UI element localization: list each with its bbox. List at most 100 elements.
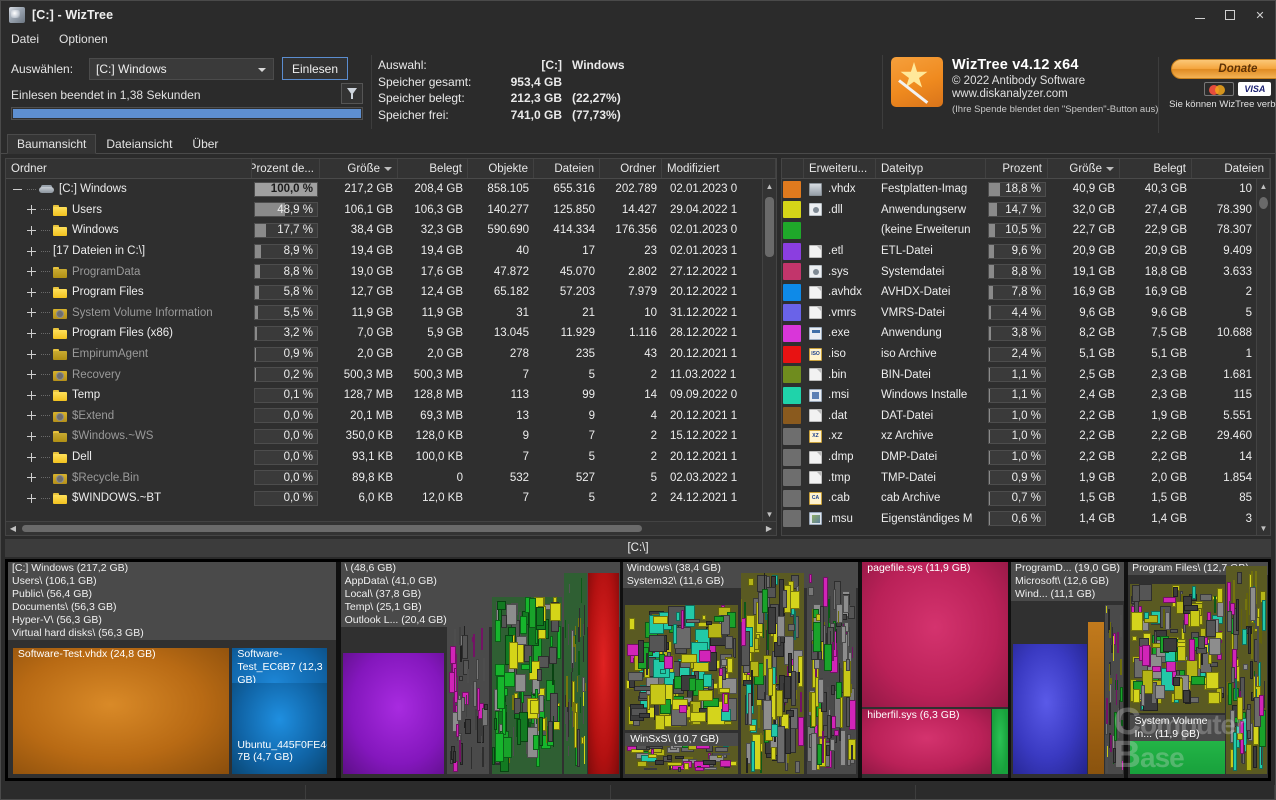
scroll-right-icon[interactable]: ▶ — [762, 524, 776, 533]
scroll-down-icon[interactable]: ▼ — [763, 507, 776, 521]
maximize-button[interactable] — [1215, 1, 1245, 29]
column-header-groesse[interactable]: Größe — [320, 159, 398, 178]
expander-toggle[interactable] — [26, 204, 37, 215]
expander-toggle[interactable] — [26, 410, 37, 421]
table-row[interactable]: .tmp TMP-Datei 0,9 % 1,9 GB 2,0 GB 1.854 — [782, 467, 1270, 488]
table-row[interactable]: System Volume Information 5,5 % 11,9 GB … — [6, 303, 776, 324]
folder-name-cell[interactable]: Recovery — [6, 369, 252, 381]
table-row[interactable]: .exe Anwendung 3,8 % 8,2 GB 7,5 GB 10.68… — [782, 323, 1270, 344]
brand-website[interactable]: www.diskanalyzer.com — [952, 88, 1158, 100]
expander-toggle[interactable] — [12, 184, 23, 195]
treemap-block[interactable] — [492, 597, 562, 774]
table-row[interactable]: .etl ETL-Datei 9,6 % 20,9 GB 20,9 GB 9.4… — [782, 241, 1270, 262]
treemap-block[interactable]: WinSxS\ (10,7 GB) — [625, 733, 738, 774]
scroll-down-icon[interactable]: ▼ — [1257, 521, 1270, 535]
treemap-block[interactable] — [447, 625, 489, 774]
scroll-left-icon[interactable]: ◀ — [6, 524, 20, 533]
treemap-block[interactable]: Ubuntu_445F0FE4-7B (4,7 GB) — [232, 683, 327, 774]
folder-name-cell[interactable]: $Recycle.Bin — [6, 472, 252, 484]
treemap-block[interactable]: hiberfil.sys (6,3 GB) — [862, 709, 991, 774]
folder-name-cell[interactable]: Temp — [6, 389, 252, 401]
column-header-objekte[interactable]: Objekte — [468, 159, 534, 178]
treemap-block[interactable] — [564, 573, 586, 774]
folder-name-cell[interactable]: Dell — [6, 451, 252, 463]
expander-toggle[interactable] — [26, 328, 37, 339]
treemap-windows[interactable]: Windows\ (38,4 GB)System32\ (11,6 GB)Win… — [623, 562, 859, 778]
table-row[interactable]: .dll Anwendungserw 14,7 % 32,0 GB 27,4 G… — [782, 200, 1270, 221]
treemap-block[interactable] — [807, 573, 856, 774]
treemap-block[interactable]: System Volume In... (11,9 GB) — [1130, 715, 1225, 773]
expander-toggle[interactable] — [26, 307, 37, 318]
folder-name-cell[interactable]: Program Files (x86) — [6, 327, 252, 339]
table-row[interactable]: $Extend 0,0 % 20,1 MB 69,3 MB 13 9 4 20.… — [6, 406, 776, 427]
table-row[interactable]: Dell 0,0 % 93,1 KB 100,0 KB 7 5 2 20.12.… — [6, 447, 776, 468]
folder-name-cell[interactable]: Windows — [6, 224, 252, 236]
filter-button[interactable] — [341, 83, 363, 104]
scroll-thumb[interactable] — [1259, 197, 1268, 209]
table-row[interactable]: .xz xz Archive 1,0 % 2,2 GB 2,2 GB 29.46… — [782, 426, 1270, 447]
tab-baumansicht[interactable]: Baumansicht — [7, 134, 96, 154]
column-header-belegt[interactable]: Belegt — [398, 159, 468, 178]
treemap-block[interactable] — [1226, 566, 1267, 773]
column-header-belegt[interactable]: Belegt — [1120, 159, 1192, 178]
treemap-block[interactable] — [1013, 644, 1087, 774]
column-header-modifiziert[interactable]: Modifiziert — [662, 159, 776, 178]
table-row[interactable]: $WINDOWS.~BT 0,0 % 6,0 KB 12,0 KB 7 5 2 … — [6, 488, 776, 509]
table-row[interactable]: [C:] Windows 100,0 % 217,2 GB 208,4 GB 8… — [6, 179, 776, 200]
treemap-block[interactable]: pagefile.sys (11,9 GB) — [862, 562, 1008, 707]
tab-dateiansicht[interactable]: Dateiansicht — [96, 133, 182, 153]
table-row[interactable]: .msu Eigenständiges M 0,6 % 1,4 GB 1,4 G… — [782, 509, 1270, 530]
treemap-block[interactable] — [1105, 605, 1123, 773]
folder-name-cell[interactable]: Program Files — [6, 286, 252, 298]
treemap-programdata[interactable]: ProgramD... (19,0 GB)Microsoft\ (12,6 GB… — [1011, 562, 1124, 778]
column-header-prozent[interactable]: Prozent de... — [252, 159, 320, 178]
folder-name-cell[interactable]: [17 Dateien in C:\] — [6, 245, 252, 257]
table-row[interactable]: .msi Windows Installe 1,1 % 2,4 GB 2,3 G… — [782, 385, 1270, 406]
donate-button[interactable]: Donate — [1171, 59, 1276, 79]
scan-button[interactable]: Einlesen — [282, 57, 348, 80]
tree-vertical-scrollbar[interactable]: ▲ ▼ — [762, 179, 776, 521]
table-row[interactable]: $Windows.~WS 0,0 % 350,0 KB 128,0 KB 9 7… — [6, 426, 776, 447]
folder-name-cell[interactable]: System Volume Information — [6, 307, 252, 319]
expander-toggle[interactable] — [26, 266, 37, 277]
expander-toggle[interactable] — [26, 246, 37, 257]
menu-item-optionen[interactable]: Optionen — [59, 32, 108, 46]
table-row[interactable]: .dat DAT-Datei 1,0 % 2,2 GB 1,9 GB 5.551 — [782, 406, 1270, 427]
scroll-up-icon[interactable]: ▲ — [1257, 179, 1270, 193]
drive-select[interactable]: [C:] Windows — [89, 58, 274, 80]
table-row[interactable]: .sys Systemdatei 8,8 % 19,1 GB 18,8 GB 3… — [782, 261, 1270, 282]
scroll-thumb[interactable] — [765, 197, 774, 257]
column-header-ordner[interactable]: Ordner — [6, 159, 252, 178]
treemap-block[interactable] — [741, 573, 805, 774]
table-row[interactable]: Program Files 5,8 % 12,7 GB 12,4 GB 65.1… — [6, 282, 776, 303]
table-row[interactable]: EmpirumAgent 0,9 % 2,0 GB 2,0 GB 278 235… — [6, 344, 776, 365]
folder-name-cell[interactable]: Users — [6, 204, 252, 216]
table-row[interactable]: .vmrs VMRS-Datei 4,4 % 9,6 GB 9,6 GB 5 — [782, 303, 1270, 324]
table-row[interactable]: [17 Dateien in C:\] 8,9 % 19,4 GB 19,4 G… — [6, 241, 776, 262]
minimize-button[interactable] — [1185, 1, 1215, 29]
table-row[interactable]: .cab cab Archive 0,7 % 1,5 GB 1,5 GB 85 — [782, 488, 1270, 509]
column-header-ordner2[interactable]: Ordner — [600, 159, 662, 178]
treemap-pagefile[interactable]: pagefile.sys (11,9 GB)hiberfil.sys (6,3 … — [862, 562, 1008, 778]
table-row[interactable]: $Recycle.Bin 0,0 % 89,8 KB 0 532 527 5 0… — [6, 467, 776, 488]
treemap-users[interactable]: [C:] Windows (217,2 GB)Users\ (106,1 GB)… — [8, 562, 336, 778]
folder-name-cell[interactable]: $WINDOWS.~BT — [6, 492, 252, 504]
treemap-block[interactable] — [1130, 584, 1225, 714]
treemap-block[interactable] — [588, 573, 619, 774]
treemap-appdata[interactable]: \ (48,6 GB)AppData\ (41,0 GB)Local\ (37,… — [341, 562, 621, 778]
folder-name-cell[interactable]: [C:] Windows — [6, 183, 252, 195]
column-header-dateien[interactable]: Dateien — [1192, 159, 1270, 178]
expander-toggle[interactable] — [26, 225, 37, 236]
expander-toggle[interactable] — [26, 493, 37, 504]
table-row[interactable]: Users 48,9 % 106,1 GB 106,3 GB 140.277 1… — [6, 200, 776, 221]
table-row[interactable]: .iso iso Archive 2,4 % 5,1 GB 5,1 GB 1 — [782, 344, 1270, 365]
expander-toggle[interactable] — [26, 452, 37, 463]
ext-vertical-scrollbar[interactable]: ▲ ▼ — [1256, 179, 1270, 535]
expander-toggle[interactable] — [26, 390, 37, 401]
expander-toggle[interactable] — [26, 349, 37, 360]
treemap-block[interactable]: Software-Test.vhdx (24,8 GB) — [13, 648, 229, 773]
scroll-thumb[interactable] — [22, 525, 642, 532]
folder-name-cell[interactable]: $Extend — [6, 410, 252, 422]
folder-name-cell[interactable]: ProgramData — [6, 266, 252, 278]
column-header-prozent[interactable]: Prozent — [986, 159, 1048, 178]
